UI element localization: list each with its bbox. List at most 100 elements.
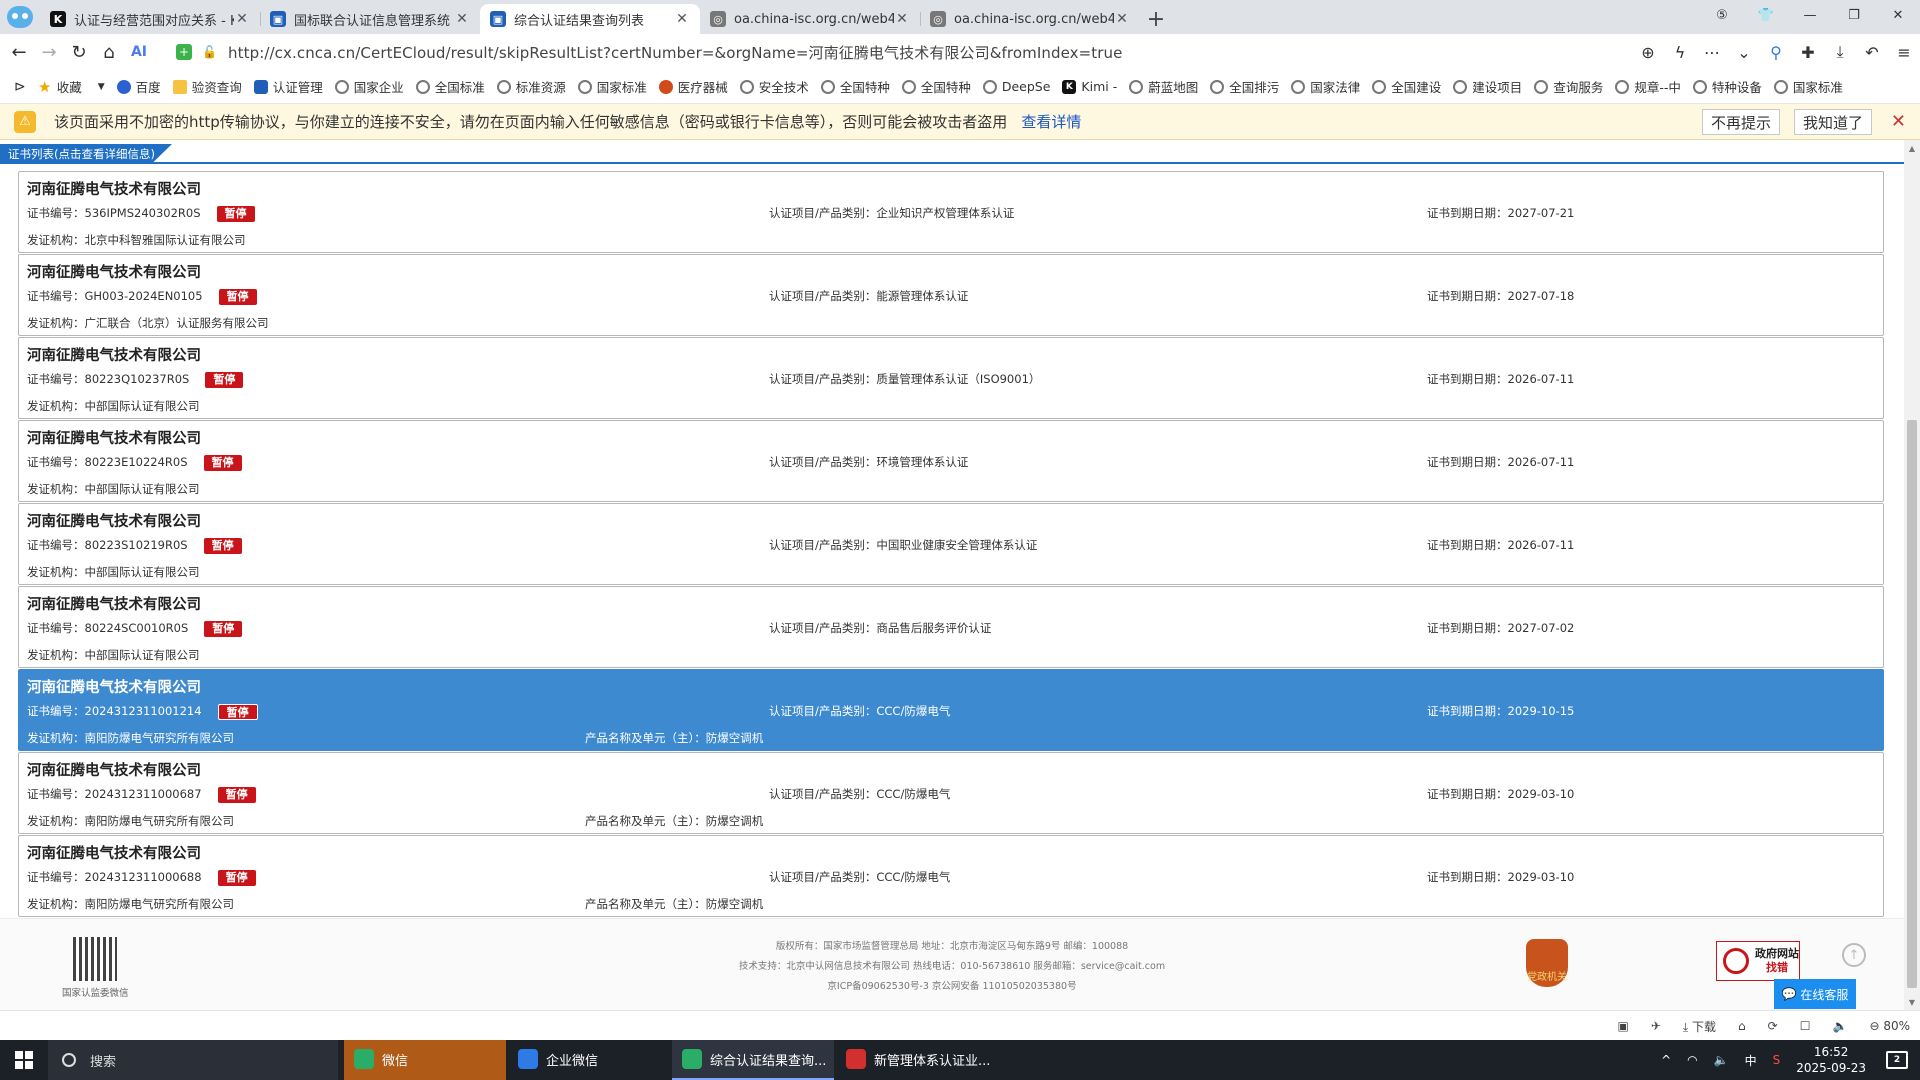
close-icon[interactable]: ✕ (1891, 111, 1906, 132)
bookmark-item[interactable]: 国家法律 (1291, 74, 1360, 100)
close-tab-icon[interactable]: ✕ (674, 11, 690, 27)
reading-icon[interactable]: ⟳ (1768, 1019, 1778, 1033)
new-tab-button[interactable]: + (1140, 4, 1172, 34)
minimize-button[interactable]: — (1788, 0, 1832, 30)
certificate-record[interactable]: 河南征腾电气技术有限公司 证书编号：536IPMS240302R0S 暂停 认证项目/… (18, 171, 1884, 253)
close-tab-icon[interactable]: ✕ (894, 11, 910, 27)
certificate-record[interactable]: 河南征腾电气技术有限公司 证书编号：2024312311000687 暂停 认证项目/… (18, 752, 1884, 834)
online-service-button[interactable]: 💬 在线客服 (1774, 979, 1856, 1009)
bookmark-item[interactable]: DeepSe (982, 74, 1050, 100)
search-icon[interactable]: ⚲ (1760, 37, 1792, 67)
sidebar-toggle-icon[interactable]: ⊳ (14, 74, 26, 100)
menu-icon[interactable]: ≡ (1888, 37, 1920, 67)
windows-start-icon[interactable] (0, 1040, 48, 1080)
sidebar-count-icon[interactable]: ⑤ (1700, 0, 1744, 30)
clock[interactable]: 16:52 2025-09-23 (1796, 1044, 1866, 1076)
browser-tab[interactable]: ◎ oa.china-isc.org.cn/web4.0/✕ (700, 4, 920, 34)
certificate-record[interactable]: 河南征腾电气技术有限公司 证书编号：80223S10219R0S 暂停 认证项目/产品… (18, 503, 1884, 585)
sound-icon[interactable]: 🔈 (1833, 1019, 1848, 1033)
certificate-record[interactable]: 河南征腾电气技术有限公司 证书编号：GH003-2024EN0105 暂停 认证项目/… (18, 254, 1884, 336)
close-tab-icon[interactable]: ✕ (234, 11, 250, 27)
certificate-record[interactable]: 河南征腾电气技术有限公司 证书编号：2024312311000688 暂停 认证项目/… (18, 835, 1884, 917)
bookmark-item[interactable]: 全国标准 (415, 74, 485, 100)
bookmark-item[interactable]: 建设项目 (1453, 74, 1522, 100)
org-name[interactable]: 河南征腾电气技术有限公司 (27, 344, 201, 365)
certificate-record[interactable]: 河南征腾电气技术有限公司 证书编号：80223E10224R0S 暂停 认证项目/产品… (18, 420, 1884, 502)
org-name[interactable]: 河南征腾电气技术有限公司 (27, 593, 201, 614)
download-icon[interactable]: ⤓ (1824, 37, 1856, 67)
certificate-record[interactable]: 河南征腾电气技术有限公司 证书编号：80224SC0010R0S 暂停 认证项目/产品… (18, 586, 1884, 668)
bookmark-item[interactable]: 蔚蓝地图 (1129, 74, 1198, 100)
taskbar-app[interactable]: 新管理体系认证业... (836, 1040, 998, 1080)
undo-icon[interactable]: ↶ (1856, 37, 1888, 67)
certificate-record[interactable]: 河南征腾电气技术有限公司 证书编号：2024312311001214 暂停 认证项目/… (18, 669, 1884, 751)
browser-tab[interactable]: ▣ 综合认证结果查询列表 ✕ (480, 4, 700, 34)
scroll-up-icon[interactable]: ▲ (1904, 140, 1920, 156)
view-details-link[interactable]: 查看详情 (1021, 111, 1081, 132)
bookmark-item[interactable]: 国家标准 (1773, 74, 1843, 100)
party-gov-emblem[interactable]: 党政机关 (1526, 939, 1568, 987)
org-name[interactable]: 河南征腾电气技术有限公司 (27, 676, 201, 697)
browser-logo-icon[interactable] (0, 0, 40, 34)
bookmark-item[interactable]: 全国特种 (901, 74, 971, 100)
sogou-icon[interactable]: S (1773, 1053, 1781, 1067)
dont-show-again-button[interactable]: 不再提示 (1702, 109, 1781, 135)
reload-icon[interactable]: ↻ (64, 37, 94, 67)
bookmark-item[interactable]: 特种设备 (1692, 74, 1762, 100)
bookmark-item[interactable]: 验资查询 (172, 74, 242, 100)
org-name[interactable]: 河南征腾电气技术有限公司 (27, 178, 201, 199)
url-text[interactable]: http://cx.cnca.cn/CertECloud/result/skip… (228, 42, 1122, 63)
close-window-button[interactable]: ✕ (1876, 0, 1920, 30)
extensions-icon[interactable]: ✚ (1792, 37, 1824, 67)
translate-icon[interactable]: ⌂ (1738, 1019, 1746, 1033)
address-bar[interactable]: + 🔓 http://cx.cnca.cn/CertECloud/result/… (176, 38, 1596, 66)
bookmark-item[interactable]: 规章--中 (1615, 74, 1681, 100)
footer-icp[interactable]: 京ICP备09062530号-3 京公网安备 11010502035380号 (0, 977, 1904, 997)
scroll-down-icon[interactable]: ▼ (1904, 994, 1920, 1010)
browser-tab[interactable]: K 认证与经营范围对应关系 - Kimi✕ (40, 4, 260, 34)
bookmark-item[interactable]: 全国建设 (1372, 74, 1441, 100)
gov-site-error-report[interactable]: 政府网站 找错 (1716, 941, 1800, 981)
more-icon[interactable]: ⋯ (1696, 37, 1728, 67)
browser-tab[interactable]: ◎ oa.china-isc.org.cn/web4.0/✕ (920, 4, 1140, 34)
bookmark-item[interactable]: 全国排污 (1210, 74, 1279, 100)
window-icon[interactable]: ☐ (1800, 1019, 1811, 1033)
forward-icon[interactable]: → (34, 37, 64, 67)
org-name[interactable]: 河南征腾电气技术有限公司 (27, 510, 201, 531)
taskbar-search[interactable]: 搜索 (48, 1040, 338, 1080)
taskbar-app[interactable]: 综合认证结果查询... (672, 1040, 834, 1080)
bookmark-item[interactable]: 安全技术 (739, 74, 809, 100)
vertical-scrollbar[interactable]: ▲ ▼ (1904, 140, 1920, 1010)
home-icon[interactable]: ⌂ (94, 37, 124, 67)
lightning-icon[interactable]: ϟ (1664, 37, 1696, 67)
org-name[interactable]: 河南征腾电气技术有限公司 (27, 842, 201, 863)
volume-icon[interactable]: 🔈 (1714, 1053, 1729, 1067)
close-tab-icon[interactable]: ✕ (454, 11, 470, 27)
bookmark-item[interactable]: 认证管理 (253, 74, 323, 100)
close-tab-icon[interactable]: ✕ (1114, 11, 1130, 27)
zoom-icon[interactable]: ⊕ (1632, 37, 1664, 67)
back-to-top-icon[interactable]: ↑ (1842, 943, 1866, 967)
notification-icon[interactable]: 2 (1886, 1051, 1908, 1069)
got-it-button[interactable]: 我知道了 (1794, 109, 1873, 135)
scroll-thumb[interactable] (1907, 420, 1917, 988)
chevron-down-icon[interactable]: ▼ (98, 82, 105, 92)
screenshot-icon[interactable]: ▣ (1618, 1019, 1629, 1033)
tray-chevron-icon[interactable]: ^ (1661, 1053, 1671, 1067)
zoom-level[interactable]: ⊖ 80% (1869, 1019, 1910, 1033)
browser-tab[interactable]: ▣ 国标联合认证信息管理系统 ✕ (260, 4, 480, 34)
restore-button[interactable]: ❐ (1832, 0, 1876, 30)
bookmark-item[interactable]: 查询服务 (1534, 74, 1603, 100)
insecure-lock-icon[interactable]: 🔓 (202, 45, 217, 59)
speed-icon[interactable]: ✈ (1651, 1019, 1661, 1033)
bookmark-item[interactable]: 全国特种 (820, 74, 890, 100)
bookmark-item[interactable]: 医疗器械 (658, 74, 728, 100)
bookmark-item[interactable]: 🐾 百度 (116, 74, 161, 100)
back-icon[interactable]: ← (4, 37, 34, 67)
certificate-record[interactable]: 河南征腾电气技术有限公司 证书编号：80223Q10237R0S 暂停 认证项目/产品… (18, 337, 1884, 419)
bookmark-item[interactable]: 国家企业 (334, 74, 404, 100)
bookmark-item[interactable]: 标准资源 (496, 74, 566, 100)
org-name[interactable]: 河南征腾电气技术有限公司 (27, 759, 201, 780)
bookmark-item[interactable]: ★ 收藏 ▼ (38, 74, 105, 100)
taskbar-app[interactable]: 微信 (344, 1040, 506, 1080)
